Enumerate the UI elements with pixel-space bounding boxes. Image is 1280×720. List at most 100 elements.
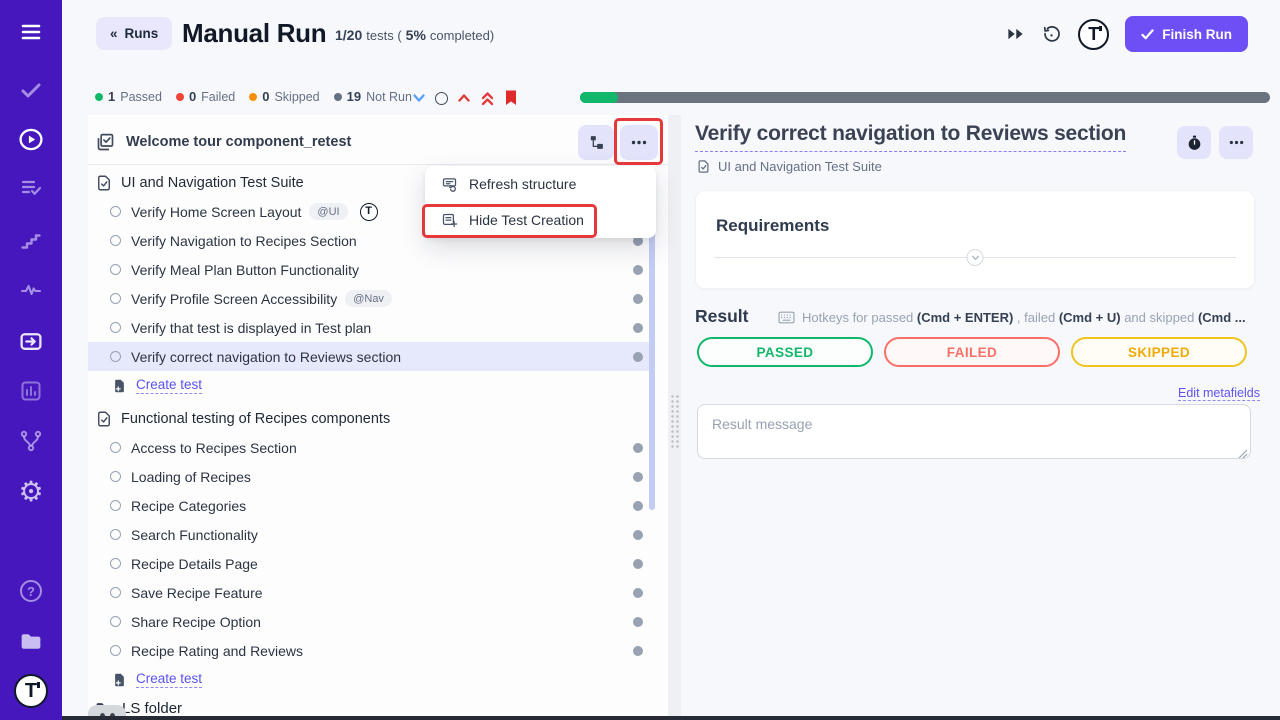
skipped-dot-icon xyxy=(249,93,257,101)
test-row[interactable]: Access to Recipes Section xyxy=(88,433,655,462)
settings-gear-icon[interactable]: ⚙ xyxy=(18,478,43,506)
timer-button[interactable] xyxy=(1177,126,1211,159)
priority-critical-chevrons-up-icon[interactable] xyxy=(480,91,495,106)
notrun-count: 19 xyxy=(347,89,361,104)
back-to-runs-button[interactable]: « Runs xyxy=(96,17,172,50)
requirements-card: Requirements xyxy=(695,190,1255,289)
notrun-dot-icon xyxy=(334,93,342,101)
hotkeys-text: Hotkeys for passed xyxy=(802,310,917,325)
suite-row[interactable]: Functional testing of Recipes components xyxy=(88,404,655,433)
not-run-dot xyxy=(633,323,643,333)
import-icon[interactable] xyxy=(18,329,45,354)
refresh-structure-icon xyxy=(441,176,458,193)
test-row[interactable]: Recipe Rating and Reviews xyxy=(88,636,655,665)
test-row[interactable]: Verify Meal Plan Button Functionality xyxy=(88,255,655,284)
branches-icon[interactable] xyxy=(19,429,44,453)
fast-forward-icon[interactable] xyxy=(1006,26,1025,42)
panel-splitter[interactable] xyxy=(668,115,681,716)
menu-item-hide-test-creation[interactable]: Hide Test Creation xyxy=(425,202,656,238)
failed-button[interactable]: FAILED xyxy=(884,337,1060,367)
test-status-circle-icon xyxy=(110,235,121,246)
expand-requirements-button[interactable] xyxy=(967,249,984,266)
pulse-icon[interactable] xyxy=(18,278,44,302)
tree-more-actions-button[interactable] xyxy=(620,125,658,160)
test-label: Verify Home Screen Layout xyxy=(131,204,301,220)
logo-flag xyxy=(1099,26,1102,31)
priority-low-chevron-down-icon[interactable] xyxy=(412,92,426,104)
hotkey-passed: (Cmd + ENTER) xyxy=(917,310,1013,325)
not-run-dot xyxy=(633,530,643,540)
test-status-circle-icon xyxy=(110,322,121,333)
projects-folder-icon[interactable] xyxy=(18,629,45,654)
result-message-input[interactable] xyxy=(697,404,1251,459)
detail-more-actions-button[interactable] xyxy=(1219,126,1253,159)
result-title: Result xyxy=(695,306,748,327)
hotkey-skipped: (Cmd ... xyxy=(1198,310,1246,325)
failed-count: 0 xyxy=(189,89,196,104)
tag-badge: @Nav xyxy=(345,290,392,307)
milestones-icon[interactable] xyxy=(19,229,44,253)
finish-run-button[interactable]: Finish Run xyxy=(1125,16,1248,52)
test-label: Verify Meal Plan Button Functionality xyxy=(131,262,359,278)
skipped-button[interactable]: SKIPPED xyxy=(1071,337,1247,367)
test-row[interactable]: Save Recipe Feature xyxy=(88,578,655,607)
menu-item-label: Refresh structure xyxy=(469,176,576,192)
passed-count: 1 xyxy=(108,89,115,104)
help-icon[interactable]: ? xyxy=(20,580,42,602)
test-row[interactable]: Verify Profile Screen Accessibility @Nav xyxy=(88,284,655,313)
testomat-test-icon: T xyxy=(360,203,378,221)
file-check-icon xyxy=(696,159,711,174)
not-run-dot xyxy=(633,294,643,304)
run-root-label: Welcome tour component_retest xyxy=(126,134,351,150)
priority-high-chevron-up-icon[interactable] xyxy=(457,92,471,104)
not-run-dot xyxy=(633,617,643,627)
run-root-row[interactable]: Welcome tour component_retest xyxy=(88,120,668,164)
test-label: Loading of Recipes xyxy=(131,469,251,485)
test-plans-icon[interactable] xyxy=(19,176,44,200)
not-run-dot xyxy=(633,501,643,511)
menu-item-refresh-structure[interactable]: Refresh structure xyxy=(425,166,656,202)
logo-flag xyxy=(37,682,40,688)
test-row-selected[interactable]: Verify correct navigation to Reviews sec… xyxy=(88,342,655,371)
test-status-circle-icon xyxy=(110,264,121,275)
menu-icon[interactable] xyxy=(18,20,44,44)
test-row[interactable]: Share Recipe Option xyxy=(88,607,655,636)
hide-test-creation-icon xyxy=(441,212,458,229)
completed-label: completed) xyxy=(430,28,494,43)
test-row[interactable]: Recipe Categories xyxy=(88,491,655,520)
priority-bookmark-icon[interactable] xyxy=(504,90,518,106)
structure-view-button[interactable] xyxy=(578,125,614,160)
test-label: Access to Recipes Section xyxy=(131,440,297,456)
check-icon[interactable] xyxy=(18,78,44,102)
priority-normal-circle-icon[interactable] xyxy=(435,92,448,105)
test-row[interactable]: Verify that test is displayed in Test pl… xyxy=(88,313,655,342)
passed-button[interactable]: PASSED xyxy=(697,337,873,367)
retry-timer-icon[interactable] xyxy=(1041,24,1062,45)
not-run-dot xyxy=(633,646,643,656)
create-test-row[interactable]: Create test xyxy=(88,665,655,694)
suite-label: Functional testing of Recipes components xyxy=(121,411,390,427)
tests-progress-text: 1/20 tests ( 5% completed) xyxy=(335,27,494,43)
test-row[interactable]: Search Functionality xyxy=(88,520,655,549)
analytics-icon[interactable] xyxy=(19,379,44,403)
create-test-link[interactable]: Create test xyxy=(136,671,202,688)
test-detail-title[interactable]: Verify correct navigation to Reviews sec… xyxy=(695,122,1126,152)
test-tree: UI and Navigation Test Suite Verify Home… xyxy=(88,168,655,720)
tests-label: tests ( xyxy=(366,28,401,43)
testomat-logo[interactable]: T xyxy=(14,674,48,708)
test-label: Share Recipe Option xyxy=(131,614,261,630)
create-test-link[interactable]: Create test xyxy=(136,377,202,394)
test-status-circle-icon xyxy=(110,442,121,453)
requirements-title: Requirements xyxy=(716,216,829,236)
test-row[interactable]: Loading of Recipes xyxy=(88,462,655,491)
create-test-row[interactable]: Create test xyxy=(88,371,655,400)
testomat-logo-header[interactable]: T xyxy=(1078,19,1109,50)
run-progress-bar xyxy=(580,92,1270,103)
run-play-icon[interactable] xyxy=(18,127,45,152)
test-row[interactable]: Recipe Details Page xyxy=(88,549,655,578)
detail-suite-breadcrumb[interactable]: UI and Navigation Test Suite xyxy=(696,159,882,174)
hotkey-failed: (Cmd + U) xyxy=(1059,310,1121,325)
finish-run-label: Finish Run xyxy=(1162,27,1232,42)
splitter-grip-icon[interactable] xyxy=(670,394,680,448)
edit-metafields-link[interactable]: Edit metafields xyxy=(1178,386,1260,401)
